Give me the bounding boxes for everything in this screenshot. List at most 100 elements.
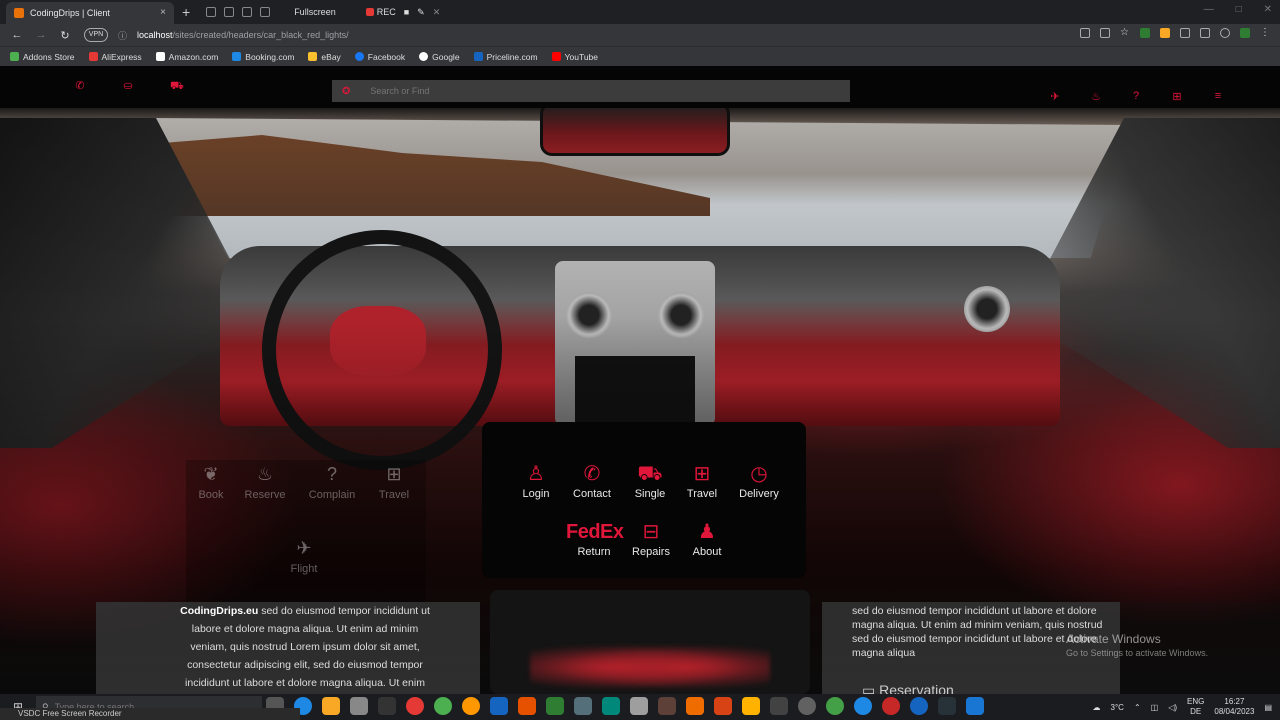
clock[interactable]: 16:27 08/04/2023	[1214, 697, 1254, 717]
vpn-badge[interactable]: VPN	[84, 28, 108, 42]
gift-icon[interactable]: ⛀	[122, 80, 134, 92]
weather-icon[interactable]: ☁	[1093, 703, 1101, 712]
reload-icon[interactable]: ↻	[58, 29, 72, 42]
sidebar-icon[interactable]	[1200, 28, 1210, 38]
help-icon[interactable]: ?	[1129, 90, 1143, 104]
recorder-crop-icon[interactable]	[260, 7, 271, 17]
share-icon[interactable]	[1100, 28, 1110, 38]
menu-item-login[interactable]: ♙ Login	[508, 462, 564, 500]
more-menu-icon[interactable]: ⋮	[1260, 28, 1270, 38]
car-icon[interactable]: ⛟	[170, 80, 184, 92]
profile-icon[interactable]	[1220, 28, 1230, 38]
app-icon[interactable]	[574, 697, 592, 715]
menu-item-flight[interactable]: ✈ Flight	[276, 538, 332, 575]
bookmark-item[interactable]: Booking.com	[232, 52, 294, 62]
app-icon[interactable]	[378, 697, 396, 715]
volume-icon[interactable]: ◁)	[1168, 703, 1177, 712]
system-tray: ☁ 3°C ⌃ ◫ ◁) ENG DE 16:27 08/04/2023 ▤	[1093, 695, 1272, 719]
card-center-image	[530, 640, 770, 694]
app-icon[interactable]	[714, 697, 732, 715]
file-explorer-icon[interactable]	[322, 697, 340, 715]
menu-icon[interactable]: ≡	[1211, 90, 1225, 104]
opera-icon[interactable]	[406, 697, 424, 715]
bookmark-item[interactable]: AliExpress	[88, 52, 142, 62]
close-tab-icon[interactable]: ×	[160, 7, 166, 18]
vscode-icon[interactable]	[490, 697, 508, 715]
menu-item-travel[interactable]: ⊞ Travel	[366, 464, 422, 501]
search-bar[interactable]: ✪	[332, 80, 850, 102]
app-icon[interactable]	[770, 697, 788, 715]
recorder-close-icon[interactable]: ✕	[433, 7, 441, 18]
menu-item-single[interactable]: ⛟ Single	[622, 462, 678, 500]
translate-icon[interactable]	[1080, 28, 1090, 38]
menu-item-delivery[interactable]: ◷ Delivery	[731, 462, 787, 500]
menu-item-contact[interactable]: ✆ Contact	[564, 462, 620, 500]
tray-expand-icon[interactable]: ⌃	[1134, 703, 1141, 712]
menu-item-reserve[interactable]: ♨ Reserve	[237, 464, 293, 501]
gift-icon[interactable]: ⊞	[1170, 90, 1184, 104]
app-icon[interactable]	[854, 697, 872, 715]
maximize-icon[interactable]: □	[1236, 4, 1242, 15]
url-field[interactable]: localhost/sites/created/headers/car_blac…	[137, 30, 349, 40]
menu-item-complain[interactable]: ? Complain	[304, 464, 360, 501]
fullscreen-button[interactable]: Fullscreen	[294, 7, 336, 17]
app-icon[interactable]	[686, 697, 704, 715]
terminal-icon[interactable]	[938, 697, 956, 715]
close-window-icon[interactable]: ✕	[1264, 4, 1272, 15]
camera-icon[interactable]: ■	[404, 7, 409, 17]
pen-icon[interactable]: ✎	[417, 7, 425, 18]
bookmark-item[interactable]: Addons Store	[10, 52, 75, 62]
sprout-icon: ❦	[203, 464, 219, 484]
browser-tab[interactable]: CodingDrips | Client ×	[6, 2, 174, 24]
activate-windows-title: Activate Windows	[1066, 632, 1161, 646]
app-icon[interactable]	[602, 697, 620, 715]
firefox-icon[interactable]	[462, 697, 480, 715]
rec-button[interactable]: REC	[365, 7, 396, 17]
app-icon[interactable]	[910, 697, 928, 715]
bookmark-item[interactable]: Google	[419, 52, 460, 62]
xampp-icon[interactable]	[518, 697, 536, 715]
app-icon[interactable]	[658, 697, 676, 715]
app-icon[interactable]	[798, 697, 816, 715]
menu-item-book[interactable]: ❦ Book	[183, 464, 239, 501]
store-icon[interactable]	[350, 697, 368, 715]
bookmark-item[interactable]: YouTube	[551, 52, 598, 62]
new-tab-button[interactable]: +	[182, 4, 190, 20]
recorder-list-icon[interactable]	[206, 7, 217, 17]
forward-icon[interactable]: →	[34, 29, 48, 41]
chrome-icon[interactable]	[826, 697, 844, 715]
menu-item-about[interactable]: ♟ About	[679, 520, 735, 558]
record-icon[interactable]	[882, 697, 900, 715]
bookmark-item[interactable]: Amazon.com	[155, 52, 218, 62]
language-indicator[interactable]: ENG DE	[1187, 697, 1204, 717]
back-icon[interactable]: ←	[10, 29, 24, 41]
puzzle-icon[interactable]	[1180, 28, 1190, 38]
app-icon[interactable]	[546, 697, 564, 715]
bookmark-item[interactable]: Facebook	[354, 52, 405, 62]
search-input[interactable]	[370, 86, 771, 96]
minimize-icon[interactable]: —	[1204, 4, 1214, 15]
menu-item-repairs[interactable]: ⊟ Repairs	[623, 520, 679, 558]
app-icon[interactable]	[966, 697, 984, 715]
recorder-region-icon[interactable]	[242, 7, 253, 17]
plane-icon[interactable]: ✈	[1048, 90, 1062, 104]
bookmark-item[interactable]: Priceline.com	[473, 52, 538, 62]
extension-yellow-icon[interactable]	[1160, 28, 1170, 38]
extension-green-icon[interactable]	[1140, 28, 1150, 38]
notification-icon[interactable]: ▤	[1264, 703, 1272, 712]
menu-item-return[interactable]: FedEx Return	[566, 520, 624, 558]
star-icon[interactable]: ☆	[1120, 28, 1130, 38]
vlc-icon[interactable]	[742, 697, 760, 715]
fire-icon[interactable]: ♨	[1089, 90, 1103, 104]
phone-icon[interactable]: ✆	[74, 80, 86, 92]
network-icon[interactable]: ◫	[1151, 703, 1159, 712]
chrome-icon[interactable]	[434, 697, 452, 715]
recorder-window-icon[interactable]	[224, 7, 235, 17]
menu-item-travel[interactable]: ⊞ Travel	[674, 462, 730, 500]
app-icon[interactable]	[630, 697, 648, 715]
shield-check-icon[interactable]	[1240, 28, 1250, 38]
weather-temp[interactable]: 3°C	[1111, 703, 1124, 712]
bookmark-item[interactable]: eBay	[308, 52, 341, 62]
reservation-heading[interactable]: ▭ Reservation	[862, 682, 954, 694]
info-icon[interactable]: ⓘ	[118, 29, 127, 42]
